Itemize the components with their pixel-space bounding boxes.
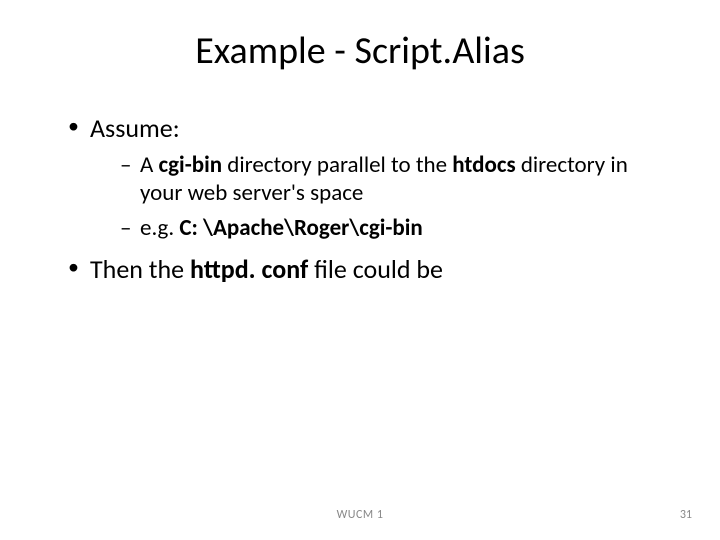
slide: Example - Script.Alias Assume: A cgi-bin… <box>0 0 720 540</box>
bold-text: cgi-bin <box>159 151 223 179</box>
text-run: file could be <box>308 253 443 285</box>
bullet-list: Assume: A cgi-bin directory parallel to … <box>50 112 670 285</box>
bold-text: htdocs <box>452 151 515 179</box>
slide-content: Assume: A cgi-bin directory parallel to … <box>50 112 670 285</box>
bullet-assume: Assume: A cgi-bin directory parallel to … <box>68 112 670 243</box>
sub-bullet-cgibin: A cgi-bin directory parallel to the htdo… <box>120 151 670 209</box>
sub-bullet-list: A cgi-bin directory parallel to the htdo… <box>90 151 670 243</box>
bold-text: httpd. conf <box>190 253 308 285</box>
bold-text: C: \Apache\Roger\cgi-bin <box>179 214 422 242</box>
footer-label: WUCM 1 <box>0 508 720 522</box>
text-run: Then the <box>90 253 190 285</box>
page-number: 31 <box>680 508 692 522</box>
sub-bullet-path: e.g. C: \Apache\Roger\cgi-bin <box>120 214 670 243</box>
text-run: directory parallel to the <box>222 151 452 179</box>
bullet-httpdconf: Then the httpd. conf file could be <box>68 253 670 286</box>
slide-title: Example - Script.Alias <box>50 28 670 74</box>
text-run: A <box>140 151 159 179</box>
text-run: e.g. <box>140 214 179 242</box>
bullet-text: Assume: <box>90 112 180 144</box>
